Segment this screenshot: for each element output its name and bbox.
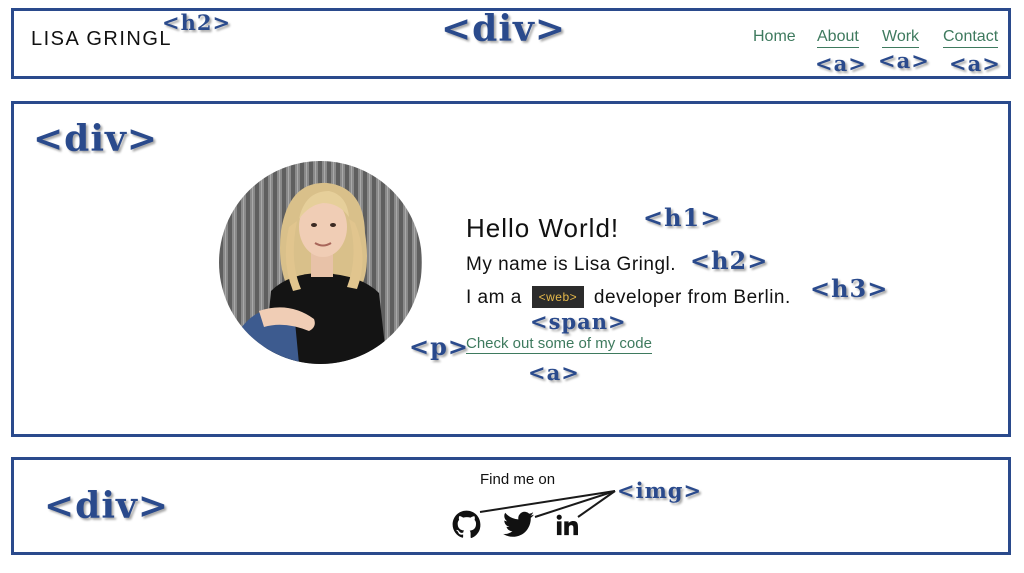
- nav-about-link[interactable]: About: [817, 28, 859, 48]
- hero-heading: Hello World!: [466, 213, 620, 243]
- annotation-h2-brand: <h2>: [162, 10, 232, 35]
- annotation-span: <span>: [530, 309, 627, 334]
- annotation-h3: <h3>: [810, 274, 889, 303]
- annotation-p: <p>: [409, 332, 469, 361]
- hero-subheading: My name is Lisa Gringl.: [466, 254, 677, 275]
- annotation-img: <img>: [617, 478, 703, 503]
- annotation-a-code: <a>: [528, 360, 580, 385]
- annotation-div-header: <div>: [441, 8, 567, 50]
- annotation-div-hero: <div>: [33, 118, 159, 160]
- hero-role: I am a <web> developer from Berlin.: [466, 286, 791, 309]
- nav-contact-link[interactable]: Contact: [943, 28, 999, 48]
- profile-photo: [219, 161, 422, 364]
- github-icon[interactable]: [452, 510, 481, 539]
- annotation-h2: <h2>: [690, 246, 769, 275]
- twitter-icon[interactable]: [503, 511, 534, 538]
- role-suffix: developer from Berlin.: [593, 287, 791, 308]
- linkedin-icon[interactable]: [556, 514, 578, 536]
- nav-home-link[interactable]: Home: [753, 28, 796, 46]
- nav-work-link[interactable]: Work: [882, 28, 920, 48]
- web-tag: <web>: [531, 286, 585, 308]
- annotation-h1: <h1>: [643, 203, 722, 232]
- annotation-a-work: <a>: [878, 48, 930, 73]
- code-link[interactable]: Check out some of my code: [466, 335, 652, 354]
- annotation-div-footer: <div>: [44, 485, 170, 527]
- annotation-a-about: <a>: [815, 51, 867, 76]
- annotation-pointer-lines: [479, 490, 616, 518]
- site-brand[interactable]: LISA GRINGL: [31, 28, 172, 51]
- annotation-a-contact: <a>: [949, 51, 1001, 76]
- role-prefix: I am a: [466, 287, 522, 308]
